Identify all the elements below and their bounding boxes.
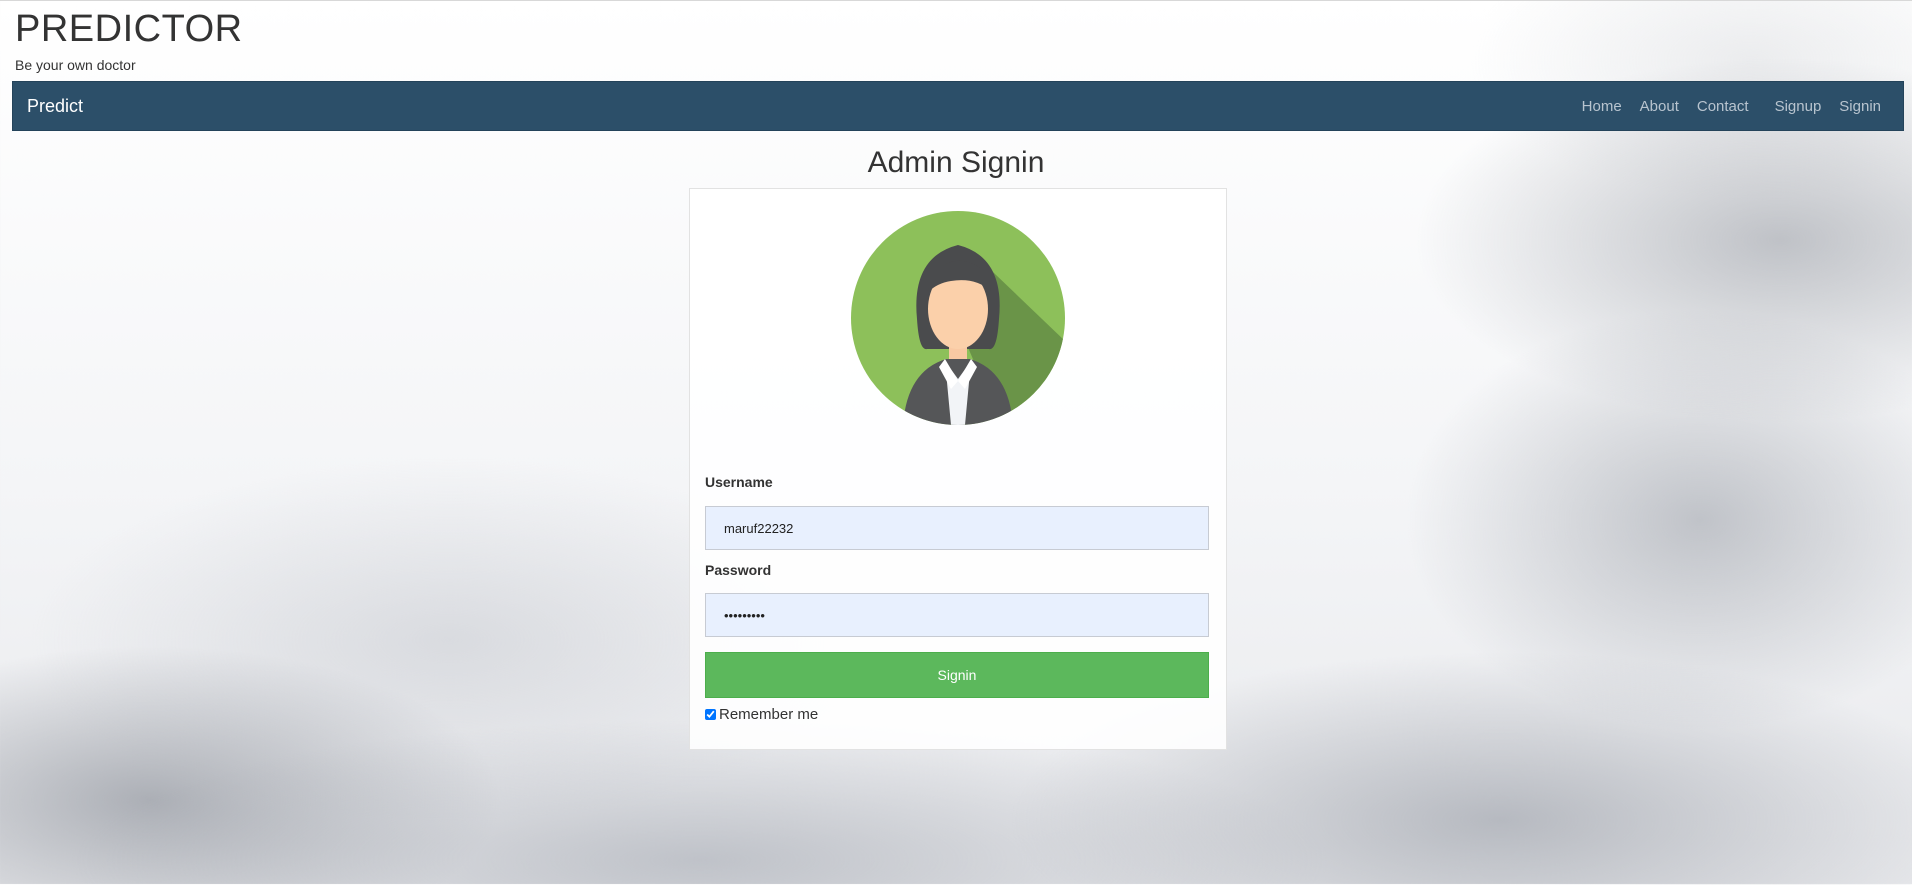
remember-me-label: Remember me: [719, 706, 819, 723]
password-label: Password: [705, 562, 772, 578]
page-heading: Admin Signin: [867, 146, 1045, 179]
username-input[interactable]: [705, 506, 1209, 550]
password-input[interactable]: [705, 593, 1209, 637]
login-card: Username Password Signin Remember me: [689, 188, 1227, 750]
female-user-avatar-icon: [851, 211, 1065, 425]
remember-me-checkbox[interactable]: [705, 709, 716, 720]
signin-button[interactable]: Signin: [705, 652, 1209, 698]
site-title: PREDICTOR: [15, 8, 243, 50]
navbar: Predict Home About Contact Signup Signin: [12, 81, 1904, 131]
nav-link-about[interactable]: About: [1640, 98, 1679, 115]
site-header: PREDICTOR Be your own doctor: [15, 7, 243, 73]
nav-links: Home About Contact Signup Signin: [1564, 98, 1903, 115]
navbar-brand[interactable]: Predict: [13, 96, 83, 117]
nav-link-signup[interactable]: Signup: [1775, 98, 1822, 115]
remember-me: Remember me: [705, 706, 818, 723]
username-label: Username: [705, 474, 773, 490]
nav-link-signin[interactable]: Signin: [1839, 98, 1881, 115]
site-tagline: Be your own doctor: [15, 57, 136, 73]
nav-link-home[interactable]: Home: [1582, 98, 1622, 115]
nav-link-contact[interactable]: Contact: [1697, 98, 1749, 115]
